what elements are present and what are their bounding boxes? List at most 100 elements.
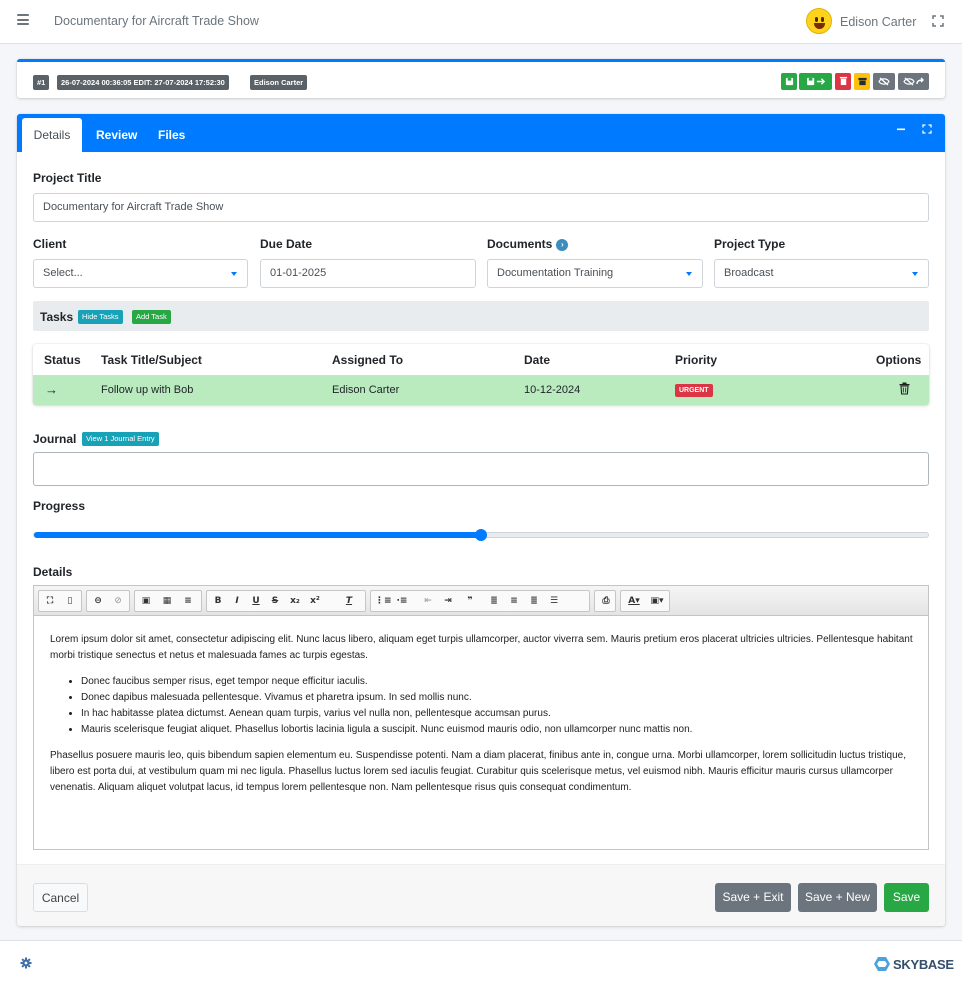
align-right-icon[interactable]: ≣ — [527, 594, 541, 608]
bold-icon[interactable]: B — [212, 594, 224, 608]
align-left-icon[interactable]: ≣ — [487, 594, 501, 608]
save-icon-button[interactable] — [781, 73, 797, 90]
chevron-down-icon — [912, 272, 918, 276]
rich-text-editor[interactable]: ⛶ ▯ ⊖ ⊘ ▣ ▦ ≡ B I U S x₂ x² T ⋮≡ ∙≡ ⇤ ⇥ … — [33, 585, 929, 850]
collapse-icon[interactable] — [896, 124, 906, 137]
outdent-icon[interactable]: ⇤ — [421, 594, 435, 608]
archive-icon-button[interactable] — [854, 73, 870, 90]
list-item: Donec dapibus malesuada pellentesque. Vi… — [81, 690, 916, 706]
arrow-right-icon[interactable]: → — [45, 382, 58, 397]
column-header-assigned: Assigned To — [332, 353, 404, 367]
tab-files[interactable]: Files — [158, 118, 185, 152]
horizontal-rule-icon[interactable]: ≡ — [181, 594, 195, 608]
avatar[interactable] — [806, 8, 832, 34]
bulleted-list-icon[interactable]: ∙≡ — [395, 594, 409, 608]
project-type-select[interactable]: Broadcast — [714, 259, 929, 288]
owner-badge: Edison Carter — [250, 75, 308, 90]
tab-bar: Details Review Files — [17, 114, 945, 152]
save-button[interactable]: Save — [884, 883, 929, 912]
tasks-header: Tasks Hide Tasks Add Task — [33, 301, 929, 331]
clear-format-icon[interactable]: T — [342, 594, 356, 608]
editor-content[interactable]: Lorem ipsum dolor sit amet, consectetur … — [50, 632, 916, 806]
subscript-icon[interactable]: x₂ — [288, 594, 302, 608]
superscript-icon[interactable]: x² — [308, 594, 322, 608]
tasks-label: Tasks — [40, 310, 74, 324]
project-title-label: Project Title — [33, 171, 102, 185]
tab-details[interactable]: Details — [22, 118, 82, 152]
toolbar-group-format: B I U S x₂ x² T — [206, 590, 366, 612]
details-bullet-list: Donec faucibus semper risus, eget tempor… — [50, 674, 916, 738]
progress-slider-handle[interactable] — [475, 529, 487, 541]
add-task-button[interactable]: Add Task — [132, 310, 171, 324]
details-paragraph-1: Lorem ipsum dolor sit amet, consectetur … — [50, 634, 913, 661]
toolbar-group-insert: ▣ ▦ ≡ — [134, 590, 202, 612]
brand-logo: SKYBASE — [873, 955, 954, 973]
toolbar-group-colors: A▾ ▣▾ — [620, 590, 670, 612]
record-id-badge: #1 — [33, 75, 50, 90]
hamburger-menu-icon[interactable] — [17, 14, 29, 25]
hide-exit-icon-button[interactable] — [898, 73, 929, 90]
project-title-input[interactable]: Documentary for Aircraft Trade Show — [33, 193, 929, 222]
view-journal-button[interactable]: View 1 Journal Entry — [82, 432, 159, 446]
link-icon[interactable]: ⊖ — [91, 594, 105, 608]
background-color-icon[interactable]: ▣▾ — [647, 594, 667, 608]
details-label: Details — [33, 565, 73, 579]
task-date: 10-12-2024 — [524, 384, 581, 396]
details-paragraph-2: Phasellus posuere mauris leo, quis biben… — [50, 750, 907, 793]
trash-icon[interactable] — [899, 382, 910, 395]
toolbar-group-paragraph: ⋮≡ ∙≡ ⇤ ⇥ ❞ ≣ ≡ ≣ ☰ — [370, 590, 590, 612]
align-justify-icon[interactable]: ☰ — [547, 594, 561, 608]
chevron-right-circle-icon[interactable]: › — [556, 238, 569, 251]
toolbar-group-view: ⛶ ▯ — [38, 590, 82, 612]
user-name[interactable]: Edison Carter — [840, 15, 916, 29]
task-title[interactable]: Follow up with Bob — [101, 384, 193, 396]
due-date-label: Due Date — [260, 237, 313, 251]
journal-textarea[interactable] — [33, 452, 929, 486]
client-select[interactable]: Select... — [33, 259, 248, 288]
cancel-button[interactable]: Cancel — [33, 883, 88, 912]
table-row[interactable]: → Follow up with Bob Edison Carter 10-12… — [33, 375, 929, 405]
save-exit-button[interactable]: Save + Exit — [715, 883, 791, 912]
print-icon[interactable]: ⎙ — [599, 594, 613, 608]
source-icon[interactable]: ▯ — [63, 594, 77, 608]
unlink-icon[interactable]: ⊘ — [111, 594, 125, 608]
list-item: Donec faucibus semper risus, eget tempor… — [81, 674, 916, 690]
floppy-icon — [785, 77, 793, 86]
table-icon[interactable]: ▦ — [160, 594, 174, 608]
text-color-icon[interactable]: A▾ — [624, 594, 644, 608]
align-center-icon[interactable]: ≡ — [507, 594, 521, 608]
indent-icon[interactable]: ⇥ — [441, 594, 455, 608]
archive-icon — [857, 77, 867, 86]
hide-tasks-button[interactable]: Hide Tasks — [78, 310, 123, 324]
numbered-list-icon[interactable]: ⋮≡ — [375, 594, 392, 608]
underline-icon[interactable]: U — [250, 594, 262, 608]
column-header-status: Status — [44, 353, 81, 367]
gear-icon[interactable] — [20, 957, 32, 969]
journal-label: Journal — [33, 432, 77, 446]
task-assigned: Edison Carter — [332, 384, 400, 396]
record-meta-card: #1 26-07-2024 00:36:05 EDIT: 27-07-2024 … — [17, 59, 945, 98]
save-exit-icon-button[interactable] — [799, 73, 832, 90]
blockquote-icon[interactable]: ❞ — [463, 594, 477, 608]
timestamp-badge: 26-07-2024 00:36:05 EDIT: 27-07-2024 17:… — [57, 75, 229, 90]
client-select-value: Select... — [43, 267, 83, 279]
hide-icon-button[interactable] — [873, 73, 895, 90]
column-header-date: Date — [524, 353, 551, 367]
list-item: Mauris scelerisque feugiat aliquet. Phas… — [81, 722, 916, 738]
project-form-card: Details Review Files Project Title Docum… — [17, 114, 945, 926]
progress-slider[interactable] — [33, 529, 929, 541]
delete-icon-button[interactable] — [835, 73, 851, 90]
italic-icon[interactable]: I — [231, 594, 243, 608]
strikethrough-icon[interactable]: S — [269, 594, 281, 608]
bottom-footer: SKYBASE — [0, 940, 962, 984]
image-icon[interactable]: ▣ — [139, 594, 153, 608]
save-new-button[interactable]: Save + New — [798, 883, 877, 912]
fullscreen-icon[interactable] — [932, 15, 944, 30]
maximize-icon[interactable] — [922, 124, 932, 137]
documents-select[interactable]: Documentation Training — [487, 259, 703, 288]
tab-review[interactable]: Review — [96, 118, 137, 152]
maximize-icon[interactable]: ⛶ — [43, 594, 57, 608]
due-date-input[interactable]: 01-01-2025 — [260, 259, 476, 288]
project-type-label: Project Type — [714, 237, 786, 251]
form-footer: Cancel Save + Exit Save + New Save — [17, 864, 945, 926]
